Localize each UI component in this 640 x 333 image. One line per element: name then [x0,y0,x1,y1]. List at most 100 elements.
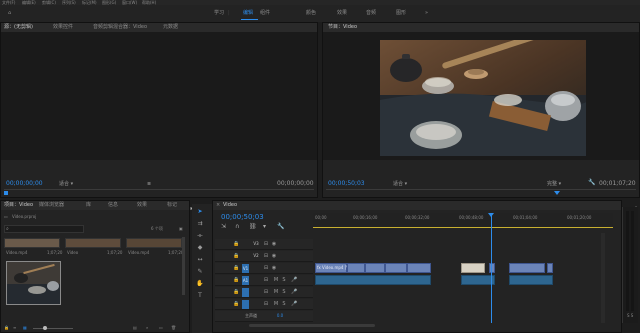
type-tool-icon[interactable]: T [196,292,204,300]
track-target-v1[interactable]: V1 [242,264,249,273]
mute-button[interactable]: M [273,289,279,295]
add-marker-icon[interactable]: ▾ [263,223,266,230]
tab-source[interactable]: 源：(无剪辑) [4,24,33,31]
audio-clip[interactable] [509,275,553,285]
new-bin-icon[interactable]: ▣ [179,226,183,231]
tab-sequence[interactable]: Video [223,202,237,209]
solo-button[interactable]: S [281,277,287,283]
workspace-tab-graphics[interactable]: 图形 [396,9,406,17]
tab-info[interactable]: 信息 [108,202,118,209]
razor-tool-icon[interactable]: ◆ [196,244,204,252]
master-volume[interactable]: 0.0 [275,313,285,319]
workspace-tab-learn[interactable]: 学习 [214,9,224,17]
solo-button[interactable]: S [281,301,287,307]
video-clip[interactable] [547,263,553,273]
workspace-tab-assembly[interactable]: 组件 [260,9,270,17]
lock-track-icon[interactable]: 🔒 [233,289,239,295]
selected-video-clip[interactable] [461,263,485,273]
workspace-tab-audio[interactable]: 音频 [366,9,376,17]
tab-audio-clip-mixer[interactable]: 音频剪辑混合器：Video [93,24,147,31]
video-clip[interactable] [365,263,385,273]
new-item-icon[interactable]: ▤ [133,325,137,330]
list-view-icon[interactable]: ≡ [13,325,16,330]
lock-track-icon[interactable]: 🔒 [233,265,239,271]
workspace-tab-effects[interactable]: 效果 [337,9,347,17]
close-icon[interactable]: × [216,202,220,209]
lock-track-icon[interactable]: 🔒 [233,277,239,283]
source-time-ruler[interactable] [4,189,314,194]
sync-lock-icon[interactable]: ⊟ [263,289,269,295]
timeline-playhead[interactable] [491,213,492,323]
hand-tool-icon[interactable]: ✋ [196,280,204,288]
folder-icon[interactable]: ▭ [159,325,163,330]
pen-tool-icon[interactable]: ✎ [196,268,204,276]
mic-icon[interactable]: 🎤 [291,277,297,283]
eye-icon[interactable]: ◉ [271,241,277,247]
source-timecode-current[interactable]: 00;00;00;00 [6,180,43,187]
track-target-a2[interactable] [242,288,249,297]
eye-icon[interactable]: ◉ [271,265,277,271]
tab-metadata[interactable]: 元数据 [163,24,178,31]
mute-button[interactable]: M [273,277,279,283]
slip-tool-icon[interactable]: ↔ [196,256,204,264]
selection-tool-icon[interactable]: ➤ [196,208,204,216]
nest-icon[interactable]: ⇲ [221,223,226,230]
audio-clip[interactable] [461,275,495,285]
project-scrollbar[interactable] [182,237,185,295]
source-monitor-view[interactable] [1,32,317,160]
program-playhead[interactable] [554,191,560,195]
sync-lock-icon[interactable]: ⊟ [263,253,269,259]
home-icon[interactable]: ⌂ [8,9,11,17]
sync-lock-icon[interactable]: ⊟ [263,301,269,307]
program-quality-dropdown[interactable]: 完整 ▾ [547,180,561,187]
timeline-vertical-scrollbar[interactable] [601,233,605,323]
solo-buttons[interactable]: S S [627,313,633,318]
tab-media-browser[interactable]: 媒体浏览器 [39,202,64,209]
ripple-edit-tool-icon[interactable]: ⟛ [196,232,204,240]
linked-selection-icon[interactable]: ⛓ [249,223,257,230]
workspace-more[interactable]: » [425,9,428,17]
source-playhead[interactable] [4,191,8,195]
eye-icon[interactable]: ◉ [271,253,277,259]
icon-view-icon[interactable]: ▦ [23,325,27,330]
tab-project[interactable]: 项目：Video [4,202,33,209]
video-clip[interactable] [385,263,407,273]
work-area-bar[interactable] [313,227,613,228]
tab-effects[interactable]: 效果 [137,202,147,209]
track-select-tool-icon[interactable]: ⇉ [196,220,204,228]
tab-effect-controls[interactable]: 效果控件 [53,24,73,31]
program-monitor-view[interactable] [323,32,639,160]
timeline-tracks-area[interactable]: fx Video.mp4 [V] [313,213,613,323]
clip-thumbnail-1[interactable] [4,238,60,248]
zoom-slider[interactable] [33,328,73,329]
sync-lock-icon[interactable]: ⊟ [263,265,269,271]
timeline-timecode[interactable]: 00;00;50;03 [221,213,264,221]
timeline-horizontal-scrollbar[interactable] [249,324,375,327]
source-fit-dropdown[interactable]: 适合 ▾ [59,180,73,187]
zoom-slider-handle[interactable] [43,326,47,330]
timeline-ruler[interactable]: 00;00 00;00;16;00 00;00;32;00 00;00;48;0… [313,213,613,228]
mic-icon[interactable]: 🎤 [291,301,297,307]
tab-libraries[interactable]: 库 [86,202,91,209]
clip-thumbnail-3[interactable] [126,238,182,248]
program-fit-dropdown[interactable]: 适合 ▾ [393,180,407,187]
lock-track-icon[interactable]: 🔒 [233,241,239,247]
audio-clip[interactable] [315,275,431,285]
workspace-tab-edit[interactable]: 编辑 [243,9,253,17]
trash-icon[interactable]: 🗑 [171,325,176,330]
video-clip[interactable] [509,263,545,273]
solo-button[interactable]: S [281,289,287,295]
video-clip[interactable] [489,263,495,273]
timeline-settings-icon[interactable]: 🔧 [277,223,284,230]
find-icon[interactable]: ⌕ [146,325,148,330]
clip-thumbnail-2[interactable] [65,238,121,248]
tab-program[interactable]: 节目：Video [328,24,357,31]
video-clip[interactable] [347,263,365,273]
program-time-ruler[interactable] [326,189,636,194]
lock-icon[interactable]: 🔒 [4,325,9,330]
workspace-tab-color[interactable]: 颜色 [306,9,316,17]
lock-track-icon[interactable]: 🔒 [233,301,239,307]
track-target-a3[interactable] [242,300,249,309]
mic-icon[interactable]: 🎤 [291,289,297,295]
sync-lock-icon[interactable]: ⊟ [263,241,269,247]
